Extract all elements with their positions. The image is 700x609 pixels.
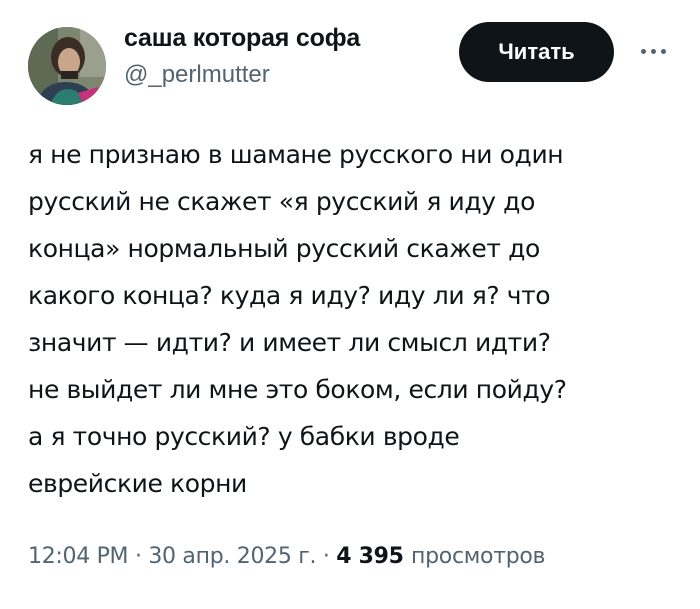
tweet-text-line: значит — идти? и имеет ли смысл идти? (28, 328, 551, 357)
views-label[interactable]: просмотров (411, 544, 545, 569)
tweet-time[interactable]: 12:04 PM (28, 544, 129, 569)
tweet-text-line: какого конца? куда я иду? иду ли я? что (28, 281, 551, 310)
more-horizontal-icon[interactable] (635, 36, 671, 66)
display-name[interactable]: саша которая софа (124, 22, 360, 54)
avatar[interactable] (28, 27, 106, 105)
meta-separator: · (134, 544, 149, 569)
follow-button[interactable]: Читать (459, 22, 614, 82)
tweet-card: саша которая софа @_perlmutter Читать я … (0, 0, 700, 609)
tweet-text-line: не выйдет ли мне это боком, если пойду? (28, 375, 567, 404)
tweet-text-line: а я точно русский? у бабки вроде (28, 422, 460, 451)
tweet-text: я не признаю в шамане русского ни один р… (28, 131, 688, 507)
avatar-photo (28, 27, 106, 105)
tweet-meta: 12:04 PM · 30 апр. 2025 г. · 4 395 просм… (28, 540, 546, 574)
tweet-text-line: еврейские корни (28, 469, 247, 498)
user-handle[interactable]: @_perlmutter (124, 58, 360, 92)
author-names: саша которая софа @_perlmutter (124, 22, 360, 92)
tweet-text-line: русский не скажет «я русский я иду до (28, 187, 535, 216)
tweet-text-line: конца» нормальный русский скажет до (28, 234, 540, 263)
tweet-header: саша которая софа @_perlmutter Читать (28, 22, 678, 105)
tweet-text-line: я не признаю в шамане русского ни один (28, 140, 564, 169)
views-count[interactable]: 4 395 (336, 544, 411, 569)
meta-separator: · (322, 544, 337, 569)
tweet-date[interactable]: 30 апр. 2025 г. (148, 544, 316, 569)
